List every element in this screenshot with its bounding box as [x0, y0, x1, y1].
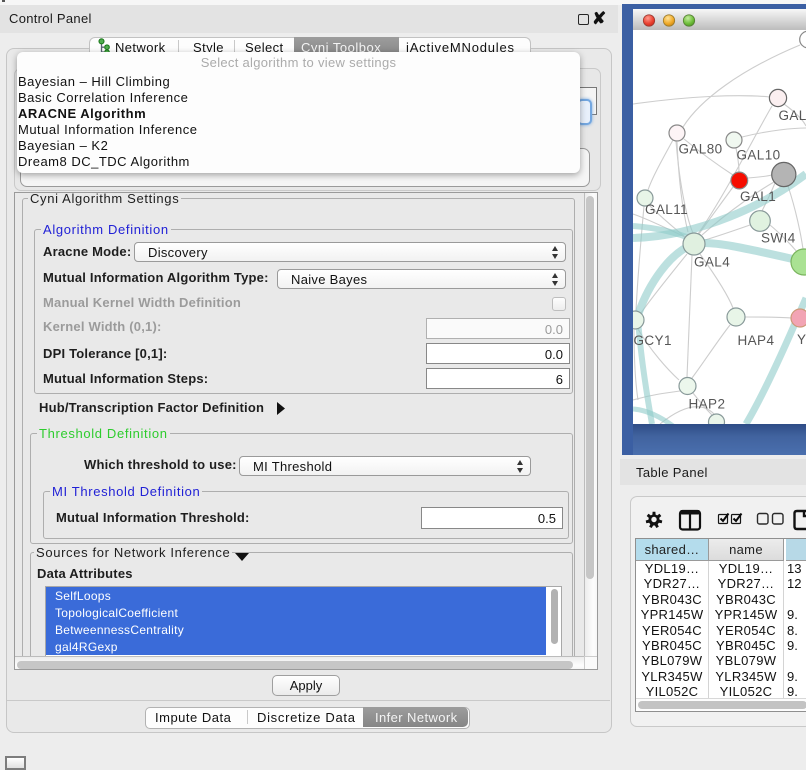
svg-text:HAP4: HAP4	[738, 333, 775, 348]
svg-text:GCY1: GCY1	[634, 333, 672, 348]
svg-text:SWI4: SWI4	[761, 231, 796, 246]
svg-text:YD: YD	[797, 332, 806, 347]
svg-text:GAL7: GAL7	[779, 108, 806, 123]
svg-text:GAL11: GAL11	[645, 202, 688, 217]
svg-text:GAL1: GAL1	[740, 189, 776, 204]
svg-text:GAL4: GAL4	[694, 255, 730, 270]
svg-text:HAP2: HAP2	[689, 397, 726, 412]
svg-text:GAL10: GAL10	[737, 148, 781, 163]
svg-text:GAL80: GAL80	[679, 142, 723, 157]
